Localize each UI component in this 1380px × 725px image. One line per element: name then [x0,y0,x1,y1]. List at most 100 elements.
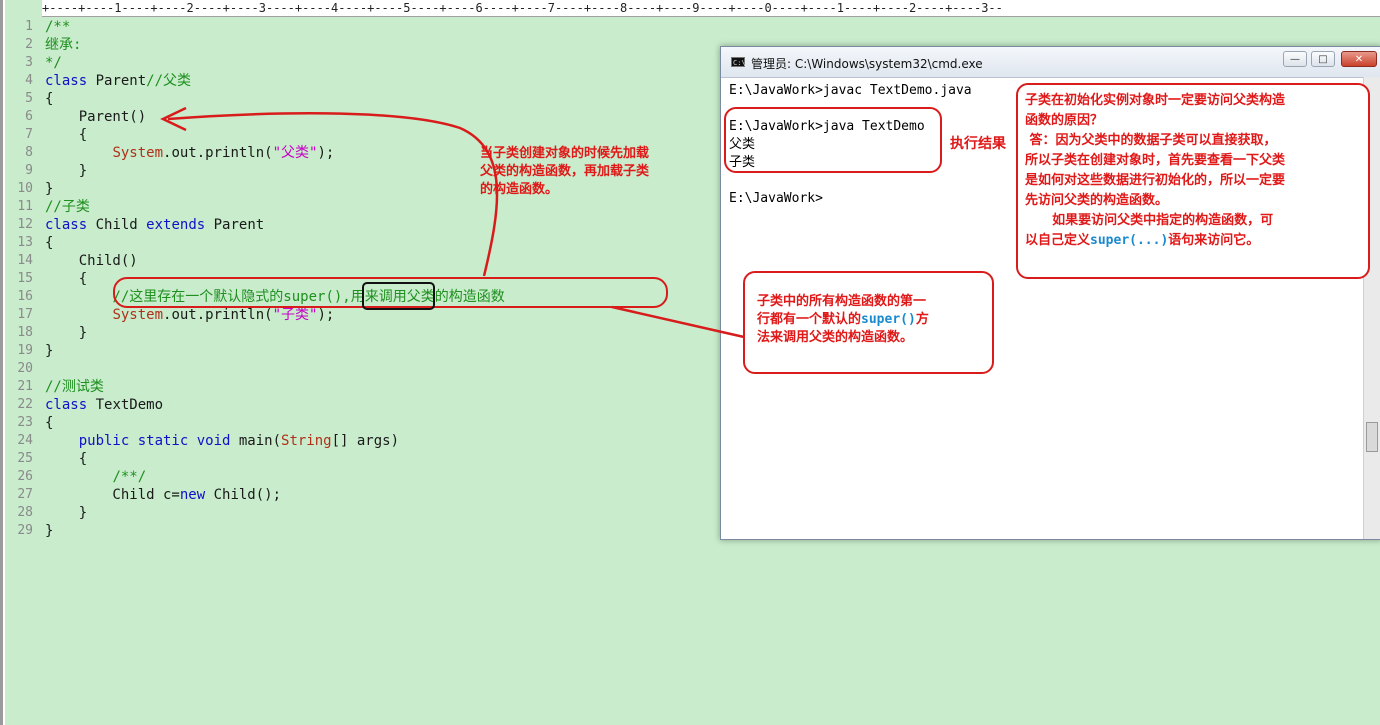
code-token: { [45,91,54,107]
code-line[interactable]: 29} [5,522,720,540]
code-line[interactable]: 6 Parent() [5,108,720,126]
code-line[interactable]: 20 [5,360,720,378]
code-token: //这里存在一个默认隐式的super(),用来调用父类的构造函数 [112,289,505,305]
minimize-button[interactable]: — [1283,51,1307,67]
line-number: 6 [25,109,33,124]
cmd-scrollbar[interactable] [1363,77,1380,539]
code-line[interactable]: 2 继承: [5,36,720,54]
code-line[interactable]: 18 } [5,324,720,342]
cmd-window[interactable]: C:\ 管理员: C:\Windows\system32\cmd.exe — □… [720,46,1380,540]
code-text: } [45,324,87,342]
code-token: System [112,307,164,323]
code-token: } [45,343,54,359]
maximize-button[interactable]: □ [1311,51,1335,67]
code-line[interactable]: 23 { [5,414,720,432]
code-text: //子类 [45,198,90,216]
code-text: /** [45,18,70,36]
code-line[interactable]: 22 class TextDemo [5,396,720,414]
code-line[interactable]: 16 //这里存在一个默认隐式的super(),用来调用父类的构造函数 [5,288,720,306]
line-number: 13 [17,235,33,250]
close-button[interactable]: ✕ [1341,51,1377,67]
code-token: class [45,73,88,89]
code-line[interactable]: 28 } [5,504,720,522]
line-number: 27 [17,487,33,502]
code-text: } [45,504,87,522]
line-number: 26 [17,469,33,484]
code-token: /**/ [112,469,147,485]
code-line[interactable]: 4 class Parent//父类 [5,72,720,90]
code-text: class TextDemo [45,396,163,414]
code-line[interactable]: 10} [5,180,720,198]
console-line: 父类 [729,137,756,152]
line-number: 20 [17,361,33,376]
code-token: .out.println( [163,307,273,323]
code-line[interactable]: 17 System.out.println("子类"); [5,306,720,324]
code-text: //测试类 [45,378,104,396]
code-token: { [45,451,88,467]
line-number: 3 [25,55,33,70]
line-number: 7 [25,127,33,142]
code-text: */ [45,54,62,72]
code-line[interactable]: 24 public static void main(String[] args… [5,432,720,450]
code-token: } [45,181,54,197]
code-token: //测试类 [45,379,104,395]
code-token: [] args) [331,433,400,449]
code-text: System.out.println("父类"); [45,144,334,162]
code-token: } [45,163,88,179]
code-token: public static void [78,433,231,449]
code-text: } [45,180,53,198]
code-line[interactable]: 9 } [5,162,720,180]
line-number: 19 [17,343,33,358]
code-line[interactable]: 14 Child() [5,252,720,270]
code-token: Child [87,217,147,233]
code-token: Parent() [45,109,147,125]
code-text: { [45,414,53,432]
code-line[interactable]: 12 class Child extends Parent [5,216,720,234]
code-line[interactable]: 19} [5,342,720,360]
code-text: { [45,450,87,468]
console-line: 子类 [729,155,756,170]
code-line[interactable]: 27 Child c=new Child(); [5,486,720,504]
line-number: 22 [17,397,33,412]
cmd-console-output[interactable]: E:\JavaWork>javac TextDemo.java E:\JavaWo… [729,83,1363,531]
code-line[interactable]: 8 System.out.println("父类"); [5,144,720,162]
cmd-app-icon: C:\ [731,57,746,67]
console-line: E:\JavaWork>javac TextDemo.java [729,83,972,98]
code-line[interactable]: 1 /** [5,18,720,36]
code-token: */ [45,55,62,71]
code-token: { [45,271,88,287]
code-token: new [179,487,206,503]
line-number: 16 [17,289,33,304]
line-number: 25 [17,451,33,466]
line-number: 23 [17,415,33,430]
line-number: 10 [17,181,33,196]
cmd-titlebar[interactable]: C:\ 管理员: C:\Windows\system32\cmd.exe — □… [721,47,1380,78]
code-text: class Child extends Parent [45,216,264,234]
cmd-title: 管理员: C:\Windows\system32\cmd.exe [751,57,983,71]
console-line: E:\JavaWork>java TextDemo [729,119,925,134]
code-line[interactable]: 5{ [5,90,720,108]
code-text: { [45,270,87,288]
line-number: 28 [17,505,33,520]
code-token: Parent [87,73,147,89]
code-line[interactable]: 13 { [5,234,720,252]
code-line[interactable]: 21 //测试类 [5,378,720,396]
code-line[interactable]: 7 { [5,126,720,144]
code-editor[interactable]: 1/** 2 继承: 3 */4 class Parent//父类 5{6 Parent()… [5,18,720,540]
code-token: /** [45,19,71,35]
code-line[interactable]: 26 /**/ [5,468,720,486]
code-line[interactable]: 3 */ [5,54,720,72]
code-token: Child() [45,253,138,269]
code-token: { [45,235,54,251]
scrollbar-thumb[interactable] [1366,422,1378,452]
code-line[interactable]: 11 //子类 [5,198,720,216]
code-line[interactable]: 15 { [5,270,720,288]
line-number: 29 [17,523,33,538]
code-text: System.out.println("子类"); [45,306,334,324]
code-line[interactable]: 25 { [5,450,720,468]
line-number: 11 [17,199,33,214]
console-line: E:\JavaWork> [729,191,823,206]
